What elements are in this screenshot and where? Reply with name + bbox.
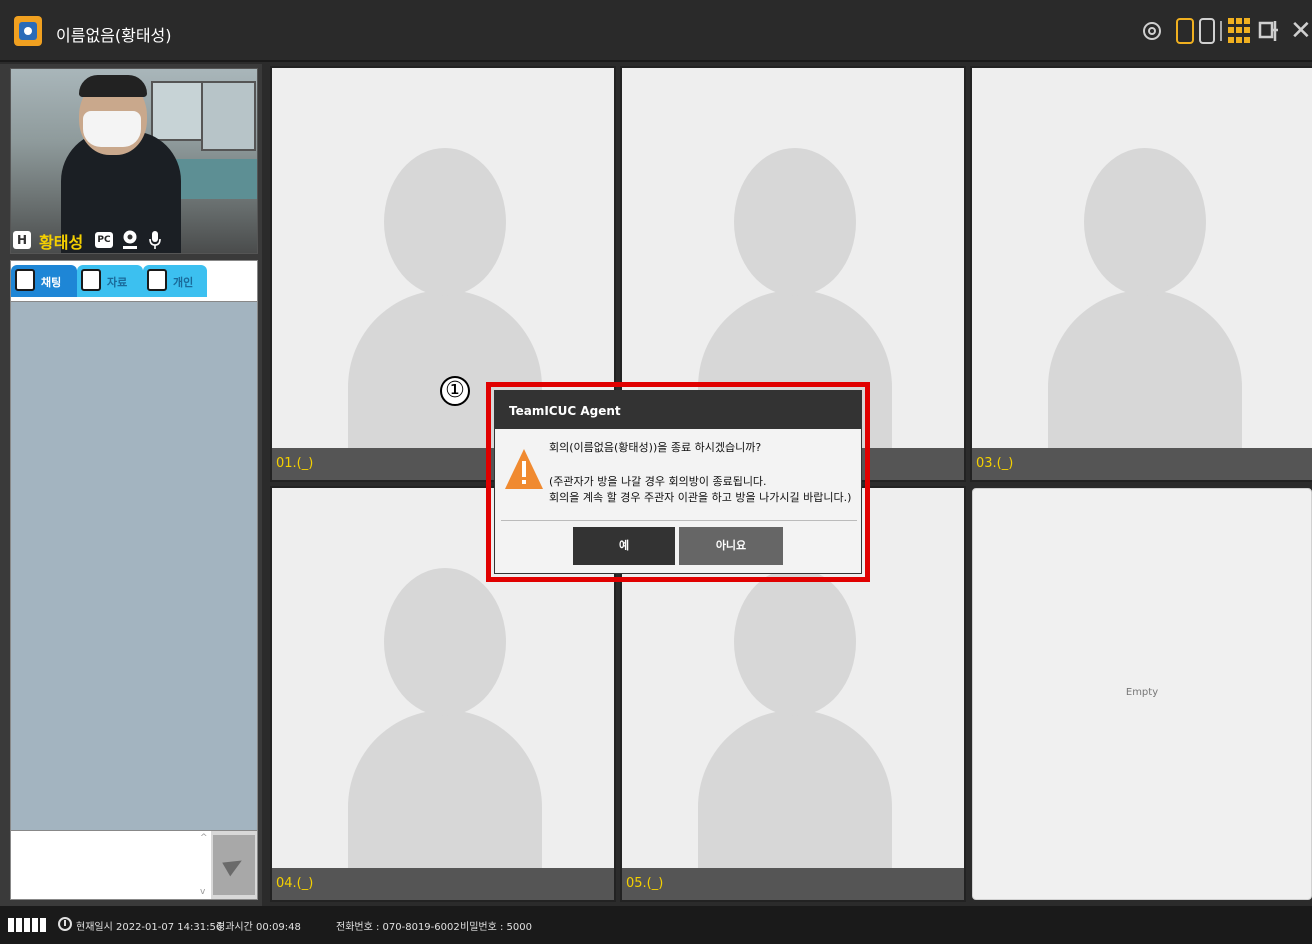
dialog-divider [501,520,857,521]
chat-input-container: ^ v [10,830,258,900]
dialog-title: TeamICUC Agent [495,391,861,429]
refresh-icon[interactable] [1142,18,1162,44]
empty-tile[interactable]: Empty [972,488,1312,900]
participant-label: 03.(_) [972,448,1312,480]
title-bar: 이름없음(황태성) ✕ [0,0,1312,62]
current-time: 현재일시 2022-01-07 14:31:56 [76,922,223,933]
chat-message-area[interactable] [10,302,258,830]
document-icon [81,269,101,291]
grid-view-icon[interactable] [1228,18,1250,44]
chat-input-scrollbar[interactable]: ^ v [199,831,211,899]
self-name-label: 황태성 [39,233,84,252]
status-bar: 현재일시 2022-01-07 14:31:56 경과시간 00:09:48 전… [0,906,1312,944]
webcam-icon[interactable] [121,229,139,251]
send-button[interactable] [213,835,255,895]
tab-personal-label: 개인 [173,276,194,289]
chat-input[interactable] [11,831,211,899]
microphone-icon[interactable] [148,229,162,251]
tab-documents[interactable]: 자료 [77,265,143,297]
minimize-icon[interactable] [1258,18,1280,44]
left-panel: H 황태성 PC 채팅 자료 개인 ^ v [0,64,262,906]
self-video-info-bar: H 황태성 PC [11,225,257,253]
checklist-icon [147,269,167,291]
self-video-feed[interactable]: H 황태성 PC [10,68,258,254]
layout-single-icon[interactable] [1176,18,1194,44]
app-window: 이름없음(황태성) ✕ H 황태성 PC 채팅 자료 개인 ^ v 01.(_)… [0,0,1312,944]
callout-number: ① [440,376,470,406]
signal-strength-icon [8,918,46,932]
empty-label: Empty [1125,687,1159,698]
participant-label: 04.(_) [272,868,614,900]
participant-label: 05.(_) [622,868,964,900]
dialog-message-note-2: 회의을 계속 할 경우 주관자 이관을 하고 방을 나가시길 바랍니다.) [549,491,852,504]
chat-icon [15,269,35,291]
layout-split-icon[interactable] [1199,18,1215,44]
tab-chat-label: 채팅 [41,276,62,289]
tab-personal[interactable]: 개인 [143,265,207,297]
side-tab-bar: 채팅 자료 개인 [10,260,258,302]
close-icon[interactable]: ✕ [1290,18,1312,44]
yes-button[interactable]: 예 [573,527,675,565]
clock-icon [58,917,72,931]
no-button[interactable]: 아니요 [679,527,783,565]
app-logo-icon [14,16,42,46]
tab-chat[interactable]: 채팅 [11,265,77,297]
phone-number: 전화번호 : 070-8019-6002 [336,922,460,933]
tab-documents-label: 자료 [107,276,128,289]
warning-icon [503,447,545,491]
dialog-message-note-1: (주관자가 방을 나갈 경우 회의방이 종료됩니다. [549,475,767,488]
confirm-exit-dialog: TeamICUC Agent 회의(이름없음(황태성))을 종료 하시겠습니까?… [494,390,862,574]
room-password: 비밀번호 : 5000 [460,922,532,933]
pc-badge: PC [95,232,113,248]
participant-tile[interactable]: 03.(_) [970,66,1312,482]
toolbar-divider [1220,21,1222,41]
dialog-message-question: 회의(이름없음(황태성))을 종료 하시겠습니까? [549,441,762,454]
host-badge: H [13,231,31,249]
window-title: 이름없음(황태성) [56,26,172,45]
elapsed-time: 경과시간 00:09:48 [216,922,301,933]
